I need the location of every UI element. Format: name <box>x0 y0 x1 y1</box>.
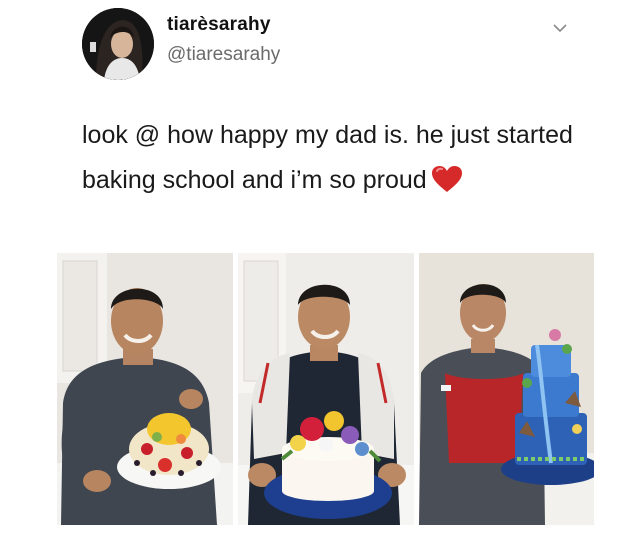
photo-1[interactable] <box>57 253 233 525</box>
photo-1-image <box>57 253 233 525</box>
photo-2-image <box>238 253 414 525</box>
chevron-down-icon[interactable] <box>552 22 568 34</box>
photo-3-image <box>419 253 594 525</box>
photo-2[interactable] <box>238 253 414 525</box>
tweet-card: tiarèsarahy @tiaresarahy look @ how happ… <box>0 0 640 557</box>
photo-3[interactable] <box>419 253 594 525</box>
display-name[interactable]: tiarèsarahy <box>167 14 271 36</box>
red-heart-icon <box>431 166 462 192</box>
avatar-image <box>82 8 154 80</box>
user-handle[interactable]: @tiaresarahy <box>167 44 280 66</box>
tweet-text: look @ how happy my dad is. he just star… <box>82 121 573 194</box>
photo-grid <box>57 253 594 525</box>
avatar[interactable] <box>82 8 154 80</box>
tweet-text-container: look @ how happy my dad is. he just star… <box>82 113 582 203</box>
